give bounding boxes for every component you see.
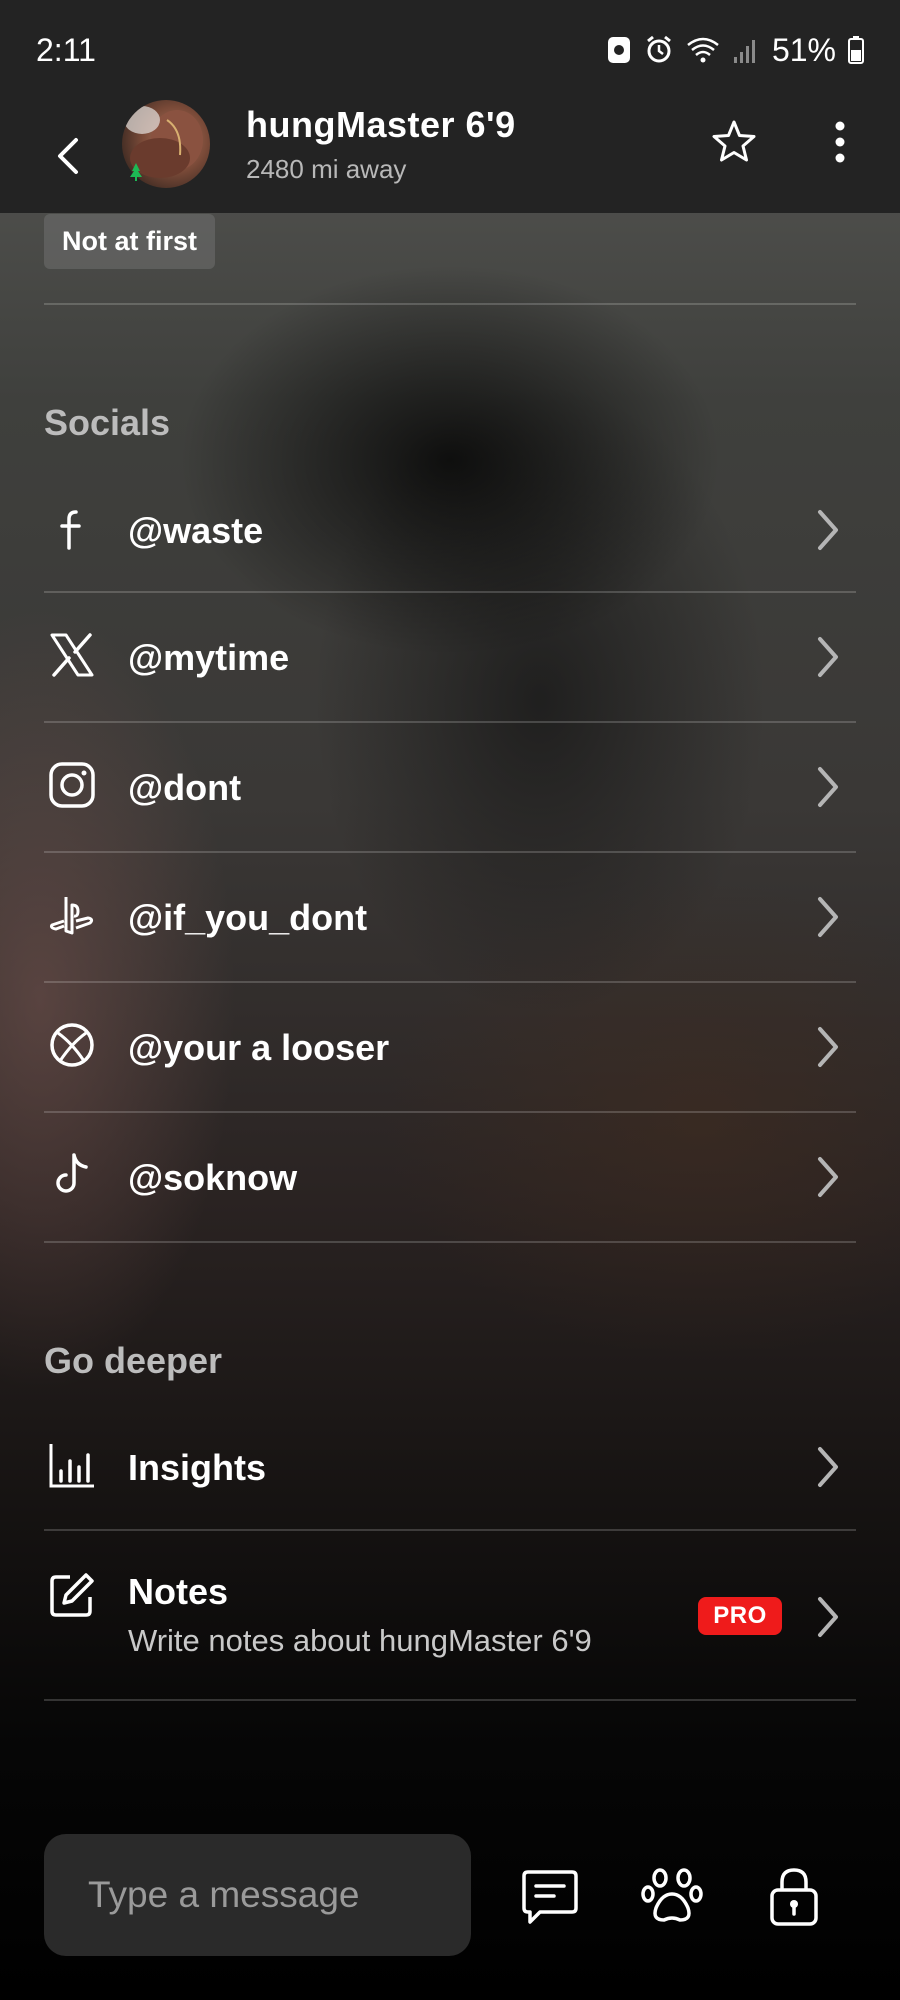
chevron-right-icon bbox=[818, 1597, 838, 1637]
chevron-left-icon bbox=[58, 138, 78, 174]
phrases-button[interactable] bbox=[518, 1864, 582, 1928]
profile-distance: 2480 mi away bbox=[246, 154, 407, 184]
battery-percent: 51% bbox=[771, 31, 836, 68]
profile-tag: Not at first bbox=[44, 214, 215, 269]
more-options-button[interactable] bbox=[820, 118, 860, 166]
facebook-icon bbox=[60, 510, 81, 550]
social-handle: @mytime bbox=[128, 637, 290, 678]
chevron-right-icon bbox=[818, 510, 838, 550]
notes-row[interactable]: Notes Write notes about hungMaster 6'9 P… bbox=[44, 1531, 856, 1699]
alarm-icon bbox=[647, 35, 671, 63]
chevron-right-icon bbox=[818, 767, 838, 807]
profile-name: hungMaster 6'9 bbox=[246, 104, 516, 145]
social-row-playstation[interactable]: @if_you_dont bbox=[44, 853, 856, 981]
social-row-xbox[interactable]: @your a looser bbox=[44, 983, 856, 1111]
instagram-icon bbox=[49, 762, 95, 808]
x-icon bbox=[50, 633, 94, 677]
notes-subtitle: Write notes about hungMaster 6'9 bbox=[128, 1623, 592, 1658]
social-handle: @if_you_dont bbox=[128, 897, 368, 938]
insights-row[interactable]: Insights bbox=[44, 1401, 856, 1529]
xbox-icon bbox=[50, 1023, 94, 1067]
social-row-x[interactable]: @mytime bbox=[44, 593, 856, 721]
divider bbox=[44, 1241, 856, 1243]
private-album-button[interactable] bbox=[762, 1864, 826, 1928]
divider bbox=[44, 303, 856, 305]
favorite-button[interactable] bbox=[710, 118, 758, 166]
tiktok-icon bbox=[56, 1153, 88, 1193]
online-indicator-icon bbox=[130, 163, 142, 181]
message-input[interactable] bbox=[44, 1834, 471, 1956]
insights-label: Insights bbox=[128, 1447, 267, 1488]
star-icon bbox=[712, 120, 756, 162]
socials-title: Socials bbox=[44, 402, 171, 443]
profile-header: hungMaster 6'9 2480 mi away bbox=[0, 100, 900, 213]
chevron-right-icon bbox=[818, 1447, 838, 1487]
message-bar bbox=[0, 1820, 900, 1960]
edit-note-icon bbox=[50, 1573, 94, 1617]
go-deeper-title: Go deeper bbox=[44, 1340, 223, 1381]
tap-button[interactable] bbox=[640, 1864, 704, 1928]
back-button[interactable] bbox=[48, 124, 88, 188]
paw-icon bbox=[641, 1868, 703, 1922]
chat-bubble-icon bbox=[522, 1870, 578, 1924]
divider bbox=[44, 1699, 856, 1701]
playstation-icon bbox=[50, 897, 94, 935]
social-row-facebook[interactable]: @waste bbox=[44, 470, 856, 592]
status-time: 2:11 bbox=[36, 31, 96, 68]
chevron-right-icon bbox=[818, 637, 838, 677]
chevron-right-icon bbox=[818, 1157, 838, 1197]
insights-icon bbox=[49, 1444, 94, 1488]
signal-icon bbox=[733, 40, 755, 63]
social-handle: @dont bbox=[128, 767, 242, 808]
pro-badge: PRO bbox=[698, 1597, 782, 1635]
social-handle: @waste bbox=[128, 510, 264, 551]
social-handle: @your a looser bbox=[128, 1027, 390, 1068]
social-handle: @soknow bbox=[128, 1157, 298, 1198]
social-row-instagram[interactable]: @dont bbox=[44, 723, 856, 851]
battery-icon bbox=[848, 36, 864, 64]
status-icons: 51% bbox=[606, 32, 864, 69]
more-vertical-icon bbox=[835, 121, 845, 163]
wifi-icon bbox=[687, 37, 719, 63]
lock-screen-icon bbox=[607, 37, 630, 63]
social-row-tiktok[interactable]: @soknow bbox=[44, 1113, 856, 1241]
chevron-right-icon bbox=[818, 897, 838, 937]
notes-label: Notes bbox=[128, 1571, 229, 1612]
chevron-right-icon bbox=[818, 1027, 838, 1067]
lock-icon bbox=[770, 1868, 818, 1926]
status-bar: 2:11 51% bbox=[0, 0, 900, 100]
